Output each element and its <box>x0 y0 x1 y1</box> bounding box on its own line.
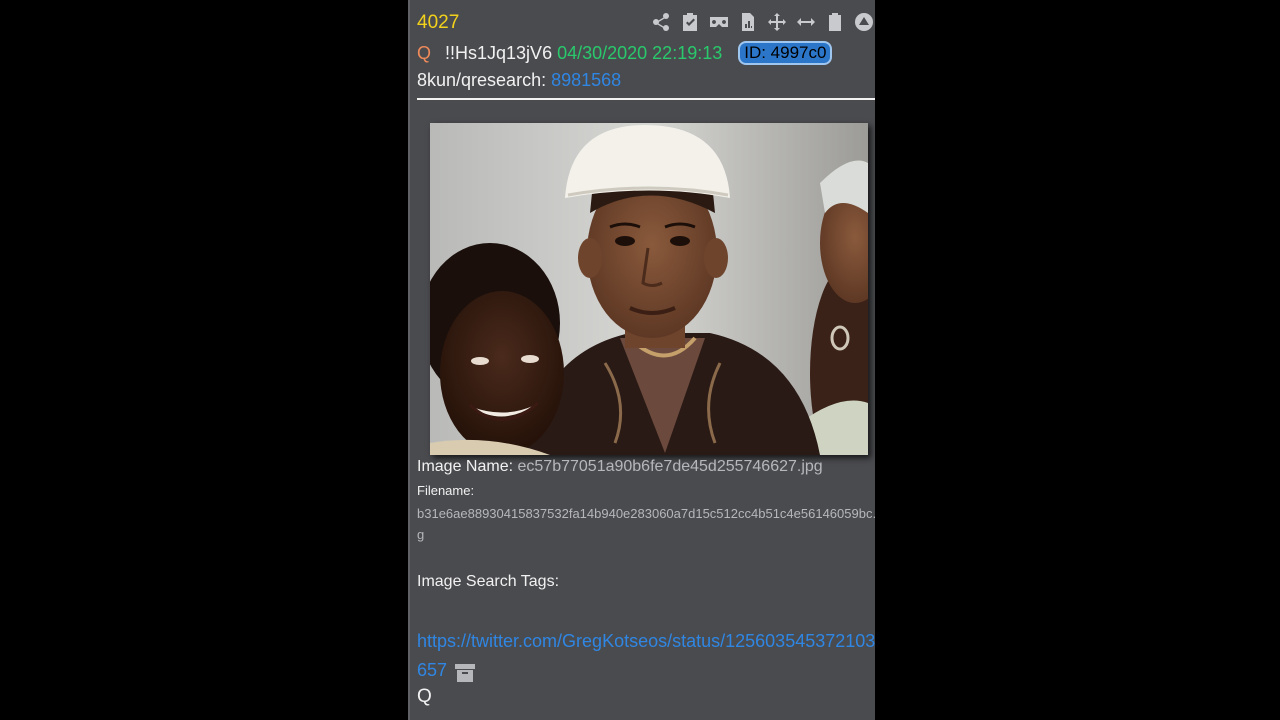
clipboard-icon[interactable] <box>824 11 846 33</box>
check-clipboard-icon[interactable] <box>679 11 701 33</box>
file-chart-icon[interactable] <box>737 11 759 33</box>
horizontal-arrows-icon[interactable] <box>795 11 817 33</box>
archive-icon[interactable] <box>455 662 476 683</box>
filename-label: Filename: <box>417 483 475 498</box>
source-post-link[interactable]: 8981568 <box>551 70 621 90</box>
twitter-link-block: https://twitter.com/GregKotseos/status/1… <box>417 627 875 685</box>
triangle-up-icon[interactable] <box>853 11 875 33</box>
post-signature: Q <box>417 686 432 707</box>
image-name-line: Image Name: ec57b77051a90b6fe7de45d25574… <box>417 458 823 476</box>
board-reference: 8kun/qresearch: 8981568 <box>417 70 621 91</box>
attached-photo[interactable] <box>430 123 868 455</box>
twitter-status-link[interactable]: https://twitter.com/GregKotseos/status/1… <box>417 631 875 680</box>
image-search-tags-label: Image Search Tags: <box>417 573 560 590</box>
post-toolbar <box>650 11 875 33</box>
image-name-value: ec57b77051a90b6fe7de45d255746627.jpg <box>517 458 823 475</box>
image-name-label: Image Name: <box>417 458 514 475</box>
id-badge[interactable]: ID: 4997c0 <box>738 41 833 65</box>
post-datetime: 04/30/2020 22:19:13 <box>557 42 723 63</box>
board-name: 8kun/qresearch: <box>417 70 547 90</box>
share-icon[interactable] <box>650 11 672 33</box>
author-name: Q <box>417 42 432 63</box>
post-number[interactable]: 4027 <box>417 12 459 34</box>
vr-glasses-icon[interactable] <box>708 11 730 33</box>
filename-value: b31e6ae88930415837532fa14b940e283060a7d1… <box>417 506 875 542</box>
divider <box>417 98 875 100</box>
tripcode: !!Hs1Jq13jV6 <box>445 42 553 63</box>
move-arrows-icon[interactable] <box>766 11 788 33</box>
post-meta: Q !!Hs1Jq13jV6 04/30/2020 22:19:13 ID: 4… <box>417 40 833 66</box>
q-drop-card: 4027 Q !!Hs1Jq13jV6 04/30/2020 22:19:13 <box>408 0 875 720</box>
